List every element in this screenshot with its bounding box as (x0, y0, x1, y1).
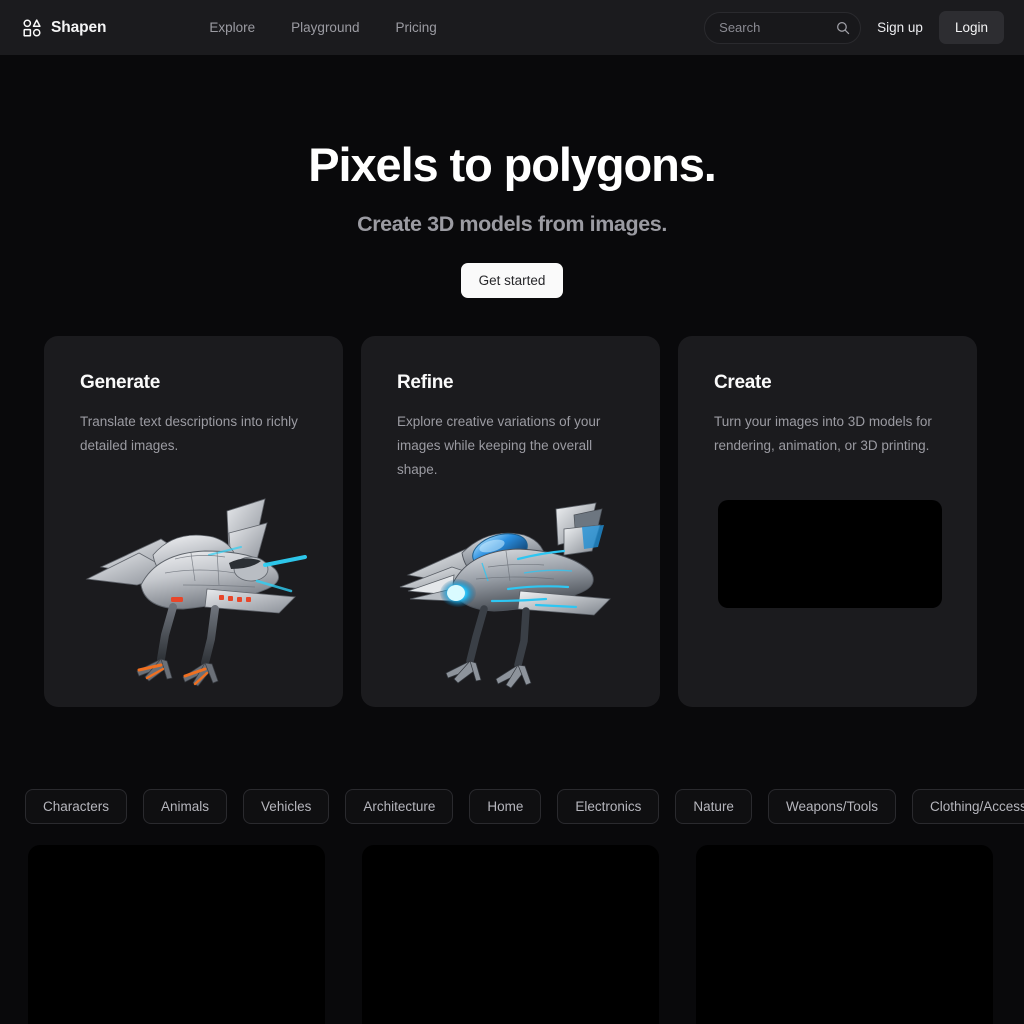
category-pill-clothing-accessories[interactable]: Clothing/Accessories (912, 788, 1024, 824)
get-started-button[interactable]: Get started (460, 262, 564, 298)
feature-title: Generate (80, 371, 160, 393)
feature-media (361, 492, 660, 707)
feature-description: Explore creative variations of your imag… (397, 413, 601, 477)
feature-card-create[interactable]: Create Turn your images into 3D models f… (678, 335, 977, 707)
gallery-tile[interactable] (696, 844, 993, 1024)
feature-media (44, 492, 343, 707)
page-title: Pixels to polygons. (308, 138, 717, 191)
robotic-bird-chrome-image (79, 493, 309, 693)
feature-media (678, 492, 977, 707)
signup-link[interactable]: Sign up (877, 20, 923, 35)
category-filter-row[interactable]: Characters Animals Vehicles Architecture… (0, 788, 1024, 824)
category-pill-electronics[interactable]: Electronics (557, 788, 660, 824)
feature-description: Translate text descriptions into richly … (80, 413, 298, 453)
nav-link-playground[interactable]: Playground (291, 20, 359, 35)
feature-title: Refine (397, 371, 454, 393)
feature-description: Turn your images into 3D models for rend… (714, 413, 932, 453)
header-actions: Sign up Login (704, 11, 1004, 44)
category-pill-animals[interactable]: Animals (143, 788, 228, 824)
feature-card-refine[interactable]: Refine Explore creative variations of yo… (361, 335, 660, 707)
feature-card-generate[interactable]: Generate Translate text descriptions int… (44, 335, 343, 707)
category-pill-architecture[interactable]: Architecture (345, 788, 454, 824)
model-gallery-grid (0, 844, 1024, 1024)
gallery-tile[interactable] (362, 844, 659, 1024)
category-pill-characters[interactable]: Characters (25, 788, 128, 824)
brand-logo-link[interactable]: Shapen (22, 18, 106, 38)
top-navigation-bar: Shapen Explore Playground Pricing Sign u… (0, 0, 1024, 55)
robotic-bird-blue-glow-image (396, 493, 626, 693)
gallery-tile[interactable] (28, 844, 325, 1024)
category-pill-nature[interactable]: Nature (675, 788, 752, 824)
category-pill-weapons-tools[interactable]: Weapons/Tools (767, 788, 897, 824)
shapes-grid-icon (23, 18, 41, 37)
feature-title: Create (714, 371, 772, 393)
hero-section: Pixels to polygons. Create 3D models fro… (0, 55, 1024, 298)
category-pill-vehicles[interactable]: Vehicles (243, 788, 330, 824)
feature-card-carousel[interactable]: Generate Translate text descriptions int… (0, 335, 1024, 707)
hero-subtitle: Create 3D models from images. (357, 211, 667, 236)
nav-link-explore[interactable]: Explore (209, 20, 255, 35)
brand-name: Shapen (51, 18, 107, 36)
category-pill-home[interactable]: Home (469, 788, 542, 824)
login-button[interactable]: Login (938, 11, 1004, 44)
nav-link-pricing[interactable]: Pricing (395, 20, 436, 35)
search-input[interactable] (704, 11, 862, 44)
main-nav: Explore Playground Pricing (209, 20, 436, 35)
search-box (704, 11, 862, 44)
black-video-placeholder[interactable] (718, 499, 942, 608)
